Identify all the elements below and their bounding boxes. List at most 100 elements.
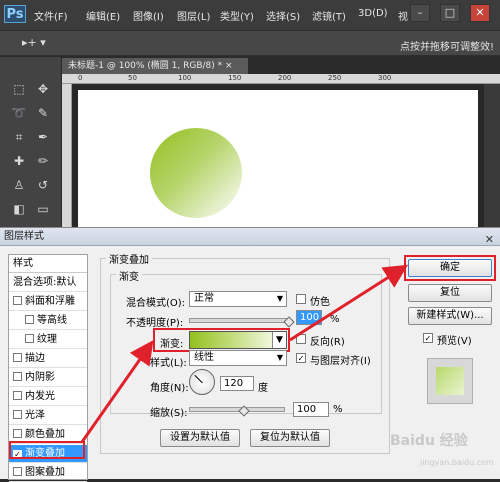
options-bar: ▸+ ▾ 点按并拖移可调整效! [0, 30, 500, 56]
style-item-checkbox[interactable] [25, 315, 34, 324]
move-tool-preset[interactable]: ▸+ ▾ [22, 36, 46, 49]
align-label: 与图层对齐(I) [310, 356, 371, 367]
blend-mode-select[interactable]: 正常 ▼ [189, 291, 287, 307]
style-item-label: 内阴影 [25, 372, 55, 383]
menu-3d[interactable]: 3D(D) [358, 8, 388, 19]
set-default-button[interactable]: 设置为默认值 [160, 429, 240, 447]
dither-checkbox[interactable] [296, 294, 306, 304]
menu-select[interactable]: 选择(S) [266, 8, 300, 23]
style-preview-swatch [436, 367, 464, 395]
blend-mode-value: 正常 [194, 293, 214, 304]
menu-edit[interactable]: 编辑(E) [86, 8, 120, 23]
style-label: 样式(L): [150, 358, 187, 369]
style-item-checkbox[interactable] [13, 410, 22, 419]
dialog-title: 图层样式 ✕ [0, 228, 500, 246]
scale-slider[interactable] [189, 407, 285, 412]
style-item[interactable]: 内发光 [9, 388, 87, 406]
menu-filter[interactable]: 滤镜(T) [312, 8, 346, 23]
reset-default-button[interactable]: 复位为默认值 [250, 429, 330, 447]
style-item-checkbox[interactable] [25, 334, 34, 343]
menu-file[interactable]: 文件(F) [34, 8, 68, 23]
style-item-checkbox[interactable] [13, 353, 22, 362]
healing-brush-icon[interactable]: ✚ [8, 151, 30, 171]
style-item[interactable]: 描边 [9, 350, 87, 368]
marquee-tool-icon[interactable]: ⬚ [8, 79, 30, 99]
stamp-tool-icon[interactable]: ♙ [8, 175, 30, 195]
dialog-close-icon[interactable]: ✕ [485, 231, 494, 249]
style-item-label: 描边 [25, 353, 45, 364]
close-button[interactable]: ✕ [470, 4, 490, 22]
ruler-label: 150 [228, 74, 242, 82]
vertical-ruler [62, 84, 72, 227]
opacity-label: 不透明度(P): [126, 318, 184, 329]
document-canvas[interactable] [78, 90, 478, 227]
style-item-checkbox[interactable] [13, 429, 22, 438]
style-item[interactable]: 混合选项:默认 [9, 274, 87, 292]
options-hint: 点按并拖移可调整效! [399, 42, 494, 53]
history-brush-icon[interactable]: ↺ [32, 175, 54, 195]
style-select[interactable]: 线性 ▼ [189, 350, 287, 366]
menu-image[interactable]: 图像(I) [133, 8, 164, 23]
ruler-label: 100 [178, 74, 192, 82]
percent-label: % [330, 314, 340, 325]
style-item[interactable]: 内阴影 [9, 369, 87, 387]
style-item-checkbox[interactable] [13, 467, 22, 476]
opacity-input[interactable]: 100 [296, 310, 322, 325]
opacity-slider[interactable] [189, 318, 289, 323]
reverse-checkbox[interactable] [296, 334, 306, 344]
menu-view[interactable]: 视 [398, 8, 408, 23]
style-item-checkbox[interactable] [13, 296, 22, 305]
styles-header[interactable]: 样式 [9, 255, 87, 273]
style-item[interactable]: 斜面和浮雕 [9, 293, 87, 311]
selected-style-highlight [9, 441, 85, 459]
style-item-label: 混合选项:默认 [13, 277, 77, 288]
scale-label: 缩放(S): [150, 408, 188, 419]
style-item-label: 图案叠加 [25, 467, 65, 478]
maximize-button[interactable]: □ [440, 4, 460, 22]
eraser-tool-icon[interactable]: ◧ [8, 199, 30, 219]
align-checkbox[interactable]: ✓ [296, 353, 306, 363]
menu-layer[interactable]: 图层(L) [177, 8, 210, 23]
style-item[interactable]: 等高线 [9, 312, 87, 330]
style-item[interactable]: 纹理 [9, 331, 87, 349]
style-item-checkbox[interactable] [13, 391, 22, 400]
quick-select-icon[interactable]: ✎ [32, 103, 54, 123]
reset-button[interactable]: 复位 [408, 284, 492, 302]
crop-tool-icon[interactable]: ⌗ [8, 127, 30, 147]
chevron-down-icon: ▼ [276, 353, 283, 362]
minimize-button[interactable]: – [410, 4, 430, 22]
move-tool-icon[interactable]: ✥ [32, 79, 54, 99]
style-item[interactable]: 光泽 [9, 407, 87, 425]
percent-label: % [333, 404, 343, 415]
gradient-highlight-box [153, 328, 290, 352]
angle-dial[interactable] [189, 369, 215, 395]
style-item[interactable]: 图案叠加 [9, 464, 87, 482]
chevron-down-icon: ▼ [276, 294, 283, 303]
scale-input[interactable]: 100 [293, 402, 329, 417]
style-item-label: 等高线 [37, 315, 67, 326]
angle-input[interactable]: 120 [220, 376, 254, 391]
menu-type[interactable]: 类型(Y) [220, 8, 254, 23]
gradient-ellipse[interactable] [150, 128, 242, 218]
style-preview [427, 358, 473, 404]
new-style-button[interactable]: 新建样式(W)... [408, 307, 492, 325]
vertical-scrollbar[interactable] [484, 84, 500, 227]
eyedropper-icon[interactable]: ✒ [32, 127, 54, 147]
angle-label: 角度(N): [150, 383, 189, 394]
document-tab[interactable]: 未标题-1 @ 100% (椭圆 1, RGB/8) * × [62, 58, 248, 74]
lasso-tool-icon[interactable]: ➰ [8, 103, 30, 123]
blend-mode-label: 混合模式(O): [126, 298, 186, 309]
dialog-title-text: 图层样式 [4, 231, 44, 242]
watermark: Baidu 经验 [390, 433, 468, 449]
horizontal-ruler: 0 50 100 150 200 250 300 [62, 74, 500, 84]
style-item-checkbox[interactable] [13, 372, 22, 381]
brush-tool-icon[interactable]: ✏ [32, 151, 54, 171]
ruler-label: 0 [78, 74, 83, 82]
ruler-label: 50 [128, 74, 137, 82]
style-item-label: 内发光 [25, 391, 55, 402]
watermark-url: jingyan.baidu.com [420, 458, 494, 467]
preview-label: 预览(V) [437, 336, 472, 347]
photoshop-logo: Ps [4, 5, 26, 23]
preview-checkbox[interactable]: ✓ [423, 333, 433, 343]
gradient-tool-icon[interactable]: ▭ [32, 199, 54, 219]
